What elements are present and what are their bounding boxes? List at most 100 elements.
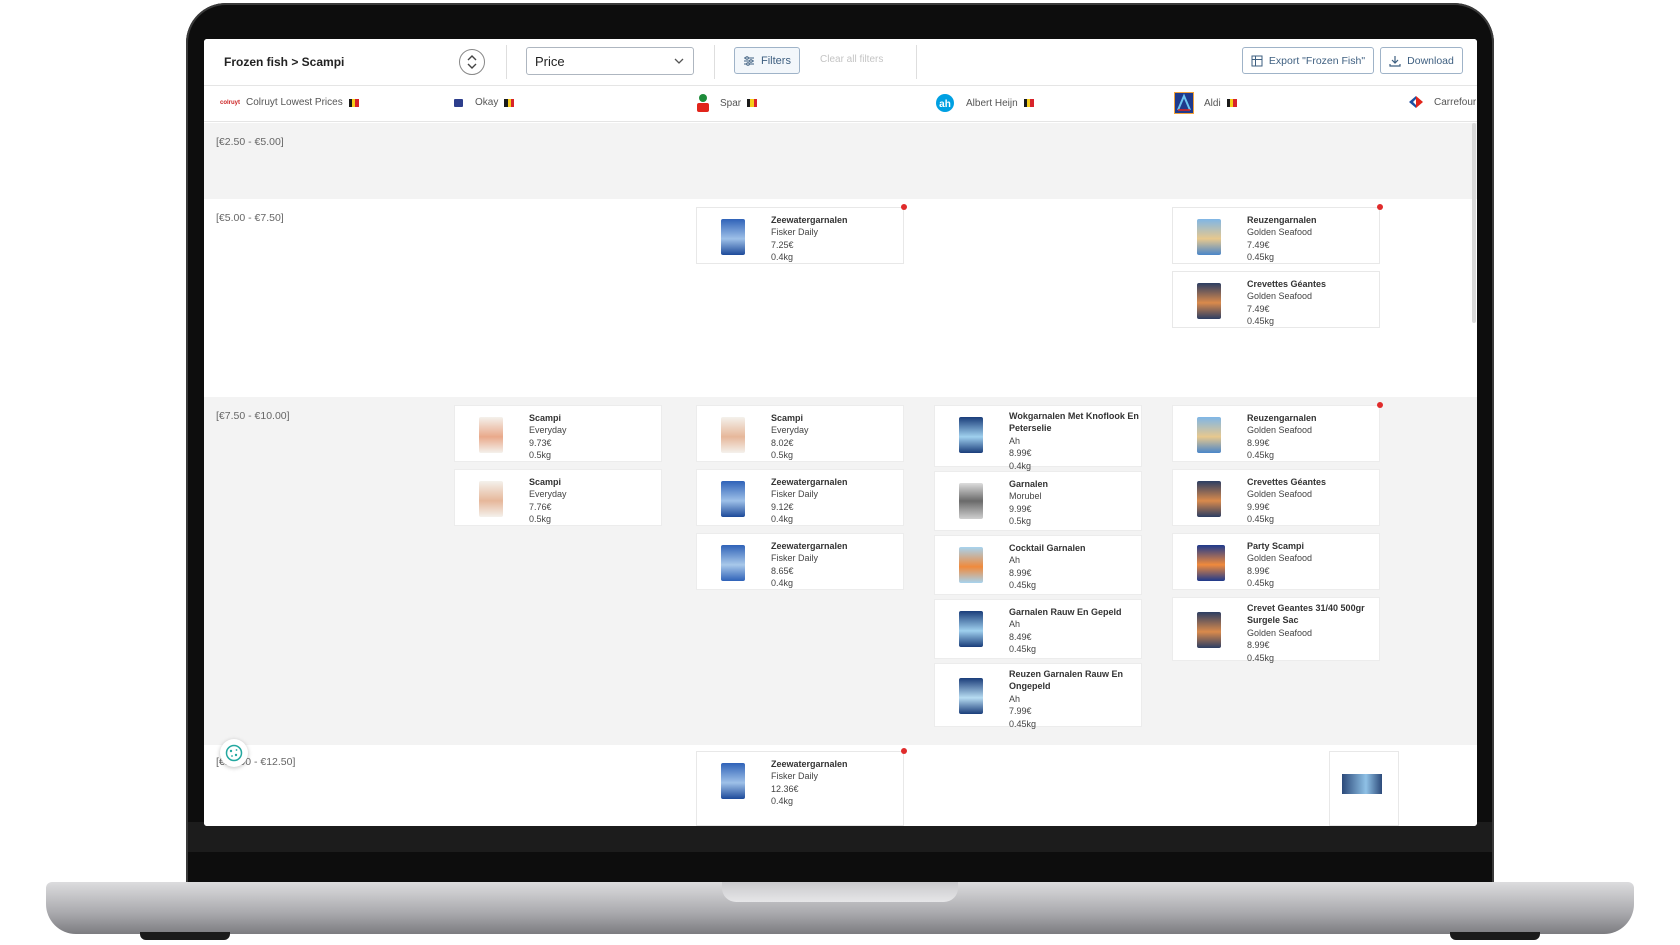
product-card[interactable]: Zeewatergarnalen Fisker Daily 8.65€ 0.4k… <box>696 533 904 590</box>
product-image <box>959 678 983 714</box>
export-label: Export "Frozen Fish" <box>1268 54 1366 67</box>
product-weight: 0.45kg <box>1247 514 1275 525</box>
divider <box>714 45 715 79</box>
store-header-aldi[interactable]: Aldi <box>1174 92 1237 114</box>
product-weight: 0.45kg <box>1247 316 1275 327</box>
product-price: 9.12€ <box>771 501 794 512</box>
product-price: 9.73€ <box>529 437 552 448</box>
belgium-flag-icon <box>504 98 515 107</box>
product-card[interactable]: Crevettes Géantes Golden Seafood 9.99€ 0… <box>1172 469 1380 526</box>
product-card[interactable]: Crevet Geantes 31/40 500gr Surgele Sac G… <box>1172 597 1380 663</box>
sort-toggle-button[interactable] <box>459 49 485 75</box>
aldi-logo-icon <box>1174 92 1194 114</box>
product-image <box>721 219 745 255</box>
product-card[interactable]: Reuzengarnalen Golden Seafood 7.49€ 0.45… <box>1172 207 1380 264</box>
download-label: Download <box>1407 54 1454 67</box>
sort-updown-icon <box>467 55 477 69</box>
laptop-foot <box>140 932 230 940</box>
product-image <box>1197 481 1221 517</box>
laptop-foot <box>1450 932 1540 940</box>
product-info: Zeewatergarnalen Fisker Daily 9.12€ 0.4k… <box>771 476 901 526</box>
laptop-frame: Frozen fish > Scampi Price Filters Clear… <box>0 0 1680 945</box>
product-card[interactable]: Party Scampi Golden Seafood 8.99€ 0.45kg <box>1172 533 1380 590</box>
product-card[interactable]: Scampi Everyday 9.73€ 0.5kg <box>454 405 662 462</box>
store-header-colruyt[interactable]: colruyt Colruyt Lowest Prices <box>220 97 359 108</box>
product-price: 8.65€ <box>771 565 794 576</box>
product-price: 7.49€ <box>1247 303 1270 314</box>
product-card[interactable]: Zeewatergarnalen Fisker Daily 7.25€ 0.4k… <box>696 207 904 264</box>
product-image <box>959 547 983 583</box>
product-price: 8.99€ <box>1009 448 1032 459</box>
product-card[interactable]: Zeewatergarnalen Fisker Daily 9.12€ 0.4k… <box>696 469 904 526</box>
product-name: Scampi <box>529 413 562 423</box>
product-name: Garnalen <box>1009 479 1049 489</box>
product-card[interactable]: Scampi Everyday 8.02€ 0.5kg <box>696 405 904 462</box>
product-brand: Golden Seafood <box>1247 291 1313 302</box>
cookie-settings-button[interactable] <box>220 739 248 767</box>
product-price: 8.99€ <box>1009 567 1032 578</box>
product-image <box>1197 417 1221 453</box>
product-image <box>1197 545 1225 581</box>
product-weight: 0.45kg <box>1247 252 1275 263</box>
product-brand: Golden Seafood <box>1247 425 1313 436</box>
store-header-okay[interactable]: Okay <box>454 97 515 108</box>
product-info: Zeewatergarnalen Fisker Daily 12.36€ 0.4… <box>771 758 901 808</box>
product-weight: 0.45kg <box>1247 450 1275 461</box>
product-weight: 0.45kg <box>1247 578 1275 589</box>
product-card[interactable]: Reuzen Garnalen Rauw En Ongepeld Ah 7.99… <box>934 663 1142 729</box>
product-info: Wokgarnalen Met Knoflook En Peterselie A… <box>1009 410 1139 472</box>
product-image <box>959 483 983 519</box>
product-name: Garnalen Rauw En Gepeld <box>1009 607 1122 617</box>
product-brand: Morubel <box>1009 491 1042 502</box>
product-weight: 0.4kg <box>771 252 794 263</box>
sort-select[interactable]: Price <box>526 47 694 75</box>
product-name: Cocktail Garnalen <box>1009 543 1086 553</box>
vertical-scrollbar[interactable] <box>1472 123 1476 323</box>
product-image <box>721 417 745 453</box>
product-card[interactable]: Cocktail Garnalen Ah 8.99€ 0.45kg <box>934 535 1142 595</box>
product-brand: Fisker Daily <box>771 227 819 238</box>
product-name: Zeewatergarnalen <box>771 215 848 225</box>
product-price: 8.99€ <box>1247 640 1270 651</box>
product-info: Scampi Everyday 7.76€ 0.5kg <box>529 476 659 526</box>
price-range-label: [€7.50 - €10.00] <box>216 410 290 422</box>
product-info: Scampi Everyday 9.73€ 0.5kg <box>529 412 659 462</box>
download-button[interactable]: Download <box>1380 47 1463 74</box>
product-image <box>479 481 503 517</box>
product-name: Reuzengarnalen <box>1247 215 1317 225</box>
export-button[interactable]: Export "Frozen Fish" <box>1242 47 1374 74</box>
product-image <box>1197 283 1221 319</box>
product-price: 9.99€ <box>1009 503 1032 514</box>
product-card[interactable]: Garnalen Morubel 9.99€ 0.5kg <box>934 471 1142 531</box>
product-name: Crevettes Géantes <box>1247 477 1327 487</box>
belgium-flag-icon <box>747 99 758 107</box>
product-price: 12.36€ <box>771 783 799 794</box>
product-card[interactable]: Reuzengarnalen Golden Seafood 8.99€ 0.45… <box>1172 405 1380 462</box>
clear-filters-button[interactable]: Clear all filters <box>820 54 883 65</box>
colruyt-logo: colruyt <box>220 99 241 106</box>
product-card[interactable]: Crevettes Géantes Golden Seafood 7.49€ 0… <box>1172 271 1380 328</box>
store-header-spar[interactable]: Spar <box>696 93 758 113</box>
store-name: Colruyt Lowest Prices <box>246 97 343 108</box>
breadcrumb[interactable]: Frozen fish > Scampi <box>224 55 344 69</box>
product-price: 8.49€ <box>1009 631 1032 642</box>
product-name: Scampi <box>529 477 562 487</box>
store-name: Carrefour <box>1434 96 1477 108</box>
product-card[interactable]: Zeewatergarnalen Fisker Daily 12.36€ 0.4… <box>696 751 904 826</box>
product-info: Party Scampi Golden Seafood 8.99€ 0.45kg <box>1247 540 1377 590</box>
product-card[interactable]: Garnalen Rauw En Gepeld Ah 8.49€ 0.45kg <box>934 599 1142 659</box>
product-weight: 0.45kg <box>1009 718 1037 729</box>
product-card-partial[interactable] <box>1329 751 1399 826</box>
chevron-down-icon <box>674 58 684 64</box>
store-header-albert-heijn[interactable]: ah Albert Heijn <box>936 94 1034 112</box>
product-brand: Golden Seafood <box>1247 227 1313 238</box>
product-card[interactable]: Wokgarnalen Met Knoflook En Peterselie A… <box>934 405 1142 471</box>
filters-button[interactable]: Filters <box>734 47 800 74</box>
product-name: Party Scampi <box>1247 541 1305 551</box>
price-range-label: [€2.50 - €5.00] <box>216 136 284 148</box>
toolbar: Frozen fish > Scampi Price Filters Clear… <box>204 39 1477 86</box>
store-header-carrefour[interactable]: Carrefour <box>1408 95 1476 109</box>
product-price: 7.25€ <box>771 239 794 250</box>
product-card[interactable]: Scampi Everyday 7.76€ 0.5kg <box>454 469 662 526</box>
product-name: Reuzengarnalen <box>1247 413 1317 423</box>
